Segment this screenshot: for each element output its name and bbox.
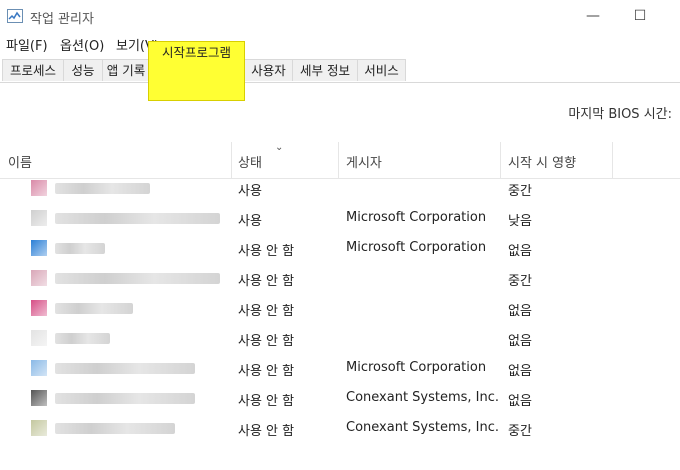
app-icon	[31, 210, 47, 226]
status-cell: 사용 안 함	[238, 334, 295, 349]
app-icon	[31, 360, 47, 376]
table-row[interactable]: 사용 안 함 중간	[0, 263, 680, 293]
app-icon	[31, 240, 47, 256]
redacted-app-name	[55, 333, 110, 344]
column-header-name[interactable]: 이름	[8, 152, 32, 171]
window-title: 작업 관리자	[30, 12, 94, 27]
menu-file[interactable]: 파일(F)	[6, 35, 48, 54]
table-row[interactable]: 사용 Microsoft Corporation 낮음	[0, 203, 680, 233]
table-row[interactable]: 사용 중간	[0, 173, 680, 203]
tab-bar: 프로세스 성능 앱 기록 시작프로그램 사용자 세부 정보 서비스	[0, 41, 680, 101]
tab-processes[interactable]: 프로세스	[2, 59, 64, 81]
status-cell: 사용 안 함	[238, 424, 295, 439]
table-row[interactable]: 사용 안 함 Microsoft Corporation 없음	[0, 233, 680, 263]
status-cell: 사용 안 함	[238, 394, 295, 409]
startup-impact-cell: 중간	[508, 184, 532, 199]
redacted-app-name	[55, 393, 195, 404]
last-bios-time-label: 마지막 BIOS 시간:	[568, 107, 672, 122]
title-bar: 작업 관리자 — ☐	[0, 0, 680, 32]
app-icon	[31, 300, 47, 316]
column-header-publisher[interactable]: 게시자	[346, 152, 382, 171]
publisher-cell: Microsoft Corporation	[346, 210, 487, 225]
publisher-cell: Conexant Systems, Inc.	[346, 390, 500, 405]
startup-impact-cell: 중간	[508, 274, 532, 289]
publisher-cell: Microsoft Corporation	[346, 360, 487, 375]
tab-startup[interactable]: 시작프로그램	[148, 41, 245, 101]
tab-performance[interactable]: 성능	[63, 59, 103, 81]
table-row[interactable]: 사용 안 함 없음	[0, 323, 680, 353]
app-icon	[31, 390, 47, 406]
redacted-app-name	[55, 423, 175, 434]
column-header-startup-impact[interactable]: 시작 시 영향	[508, 152, 576, 171]
app-icon	[31, 330, 47, 346]
table-row[interactable]: 사용 안 함 없음	[0, 293, 680, 323]
startup-impact-cell: 없음	[508, 244, 532, 259]
table-row[interactable]: 사용 안 함 Microsoft Corporation 없음	[0, 353, 680, 383]
menu-options[interactable]: 옵션(O)	[60, 35, 104, 54]
table-row[interactable]: 사용 안 함 Conexant Systems, Inc. 중간	[0, 413, 680, 443]
column-header-status[interactable]: 상태	[238, 152, 262, 171]
status-cell: 사용	[238, 184, 262, 199]
startup-impact-cell: 중간	[508, 424, 532, 439]
startup-impact-cell: 없음	[508, 364, 532, 379]
app-icon	[31, 420, 47, 436]
app-icon	[31, 270, 47, 286]
sort-chevron-icon: ⌄	[275, 142, 284, 153]
status-cell: 사용	[238, 214, 262, 229]
redacted-app-name	[55, 213, 220, 224]
status-cell: 사용 안 함	[238, 274, 295, 289]
startup-impact-cell: 없음	[508, 304, 532, 319]
maximize-button[interactable]: ☐	[627, 6, 653, 26]
status-cell: 사용 안 함	[238, 304, 295, 319]
startup-impact-cell: 없음	[508, 334, 532, 349]
tab-users[interactable]: 사용자	[244, 59, 293, 81]
status-cell: 사용 안 함	[238, 244, 295, 259]
publisher-cell: Conexant Systems, Inc.	[346, 420, 500, 435]
redacted-app-name	[55, 303, 133, 314]
tab-services[interactable]: 서비스	[357, 59, 406, 81]
minimize-button[interactable]: —	[580, 6, 606, 26]
redacted-app-name	[55, 273, 220, 284]
publisher-cell: Microsoft Corporation	[346, 240, 487, 255]
status-cell: 사용 안 함	[238, 364, 295, 379]
startup-impact-cell: 낮음	[508, 214, 532, 229]
table-row[interactable]: 사용 안 함 Conexant Systems, Inc. 없음	[0, 383, 680, 413]
app-icon	[31, 180, 47, 196]
redacted-app-name	[55, 363, 195, 374]
redacted-app-name	[55, 183, 150, 194]
startup-impact-cell: 없음	[508, 394, 532, 409]
tab-app-history[interactable]: 앱 기록	[102, 59, 150, 81]
task-manager-icon	[7, 9, 23, 23]
tab-details[interactable]: 세부 정보	[292, 59, 358, 81]
redacted-app-name	[55, 243, 105, 254]
